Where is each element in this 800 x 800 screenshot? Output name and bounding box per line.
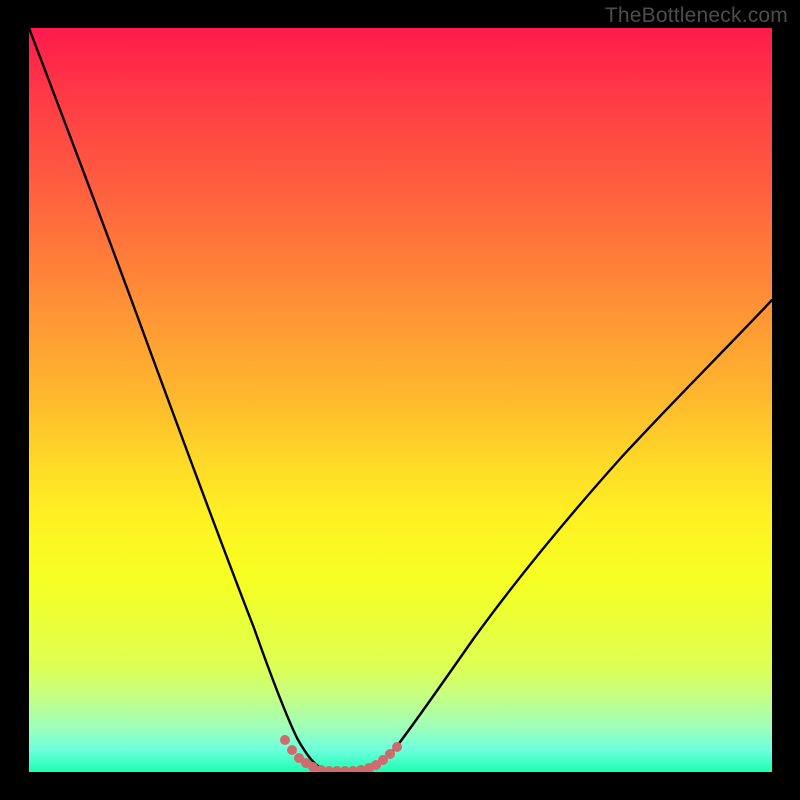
chart-frame: TheBottleneck.com bbox=[0, 0, 800, 800]
watermark-text: TheBottleneck.com bbox=[605, 4, 788, 28]
plot-area bbox=[29, 28, 772, 772]
bottleneck-curve bbox=[29, 28, 772, 772]
curve-layer bbox=[29, 28, 772, 772]
